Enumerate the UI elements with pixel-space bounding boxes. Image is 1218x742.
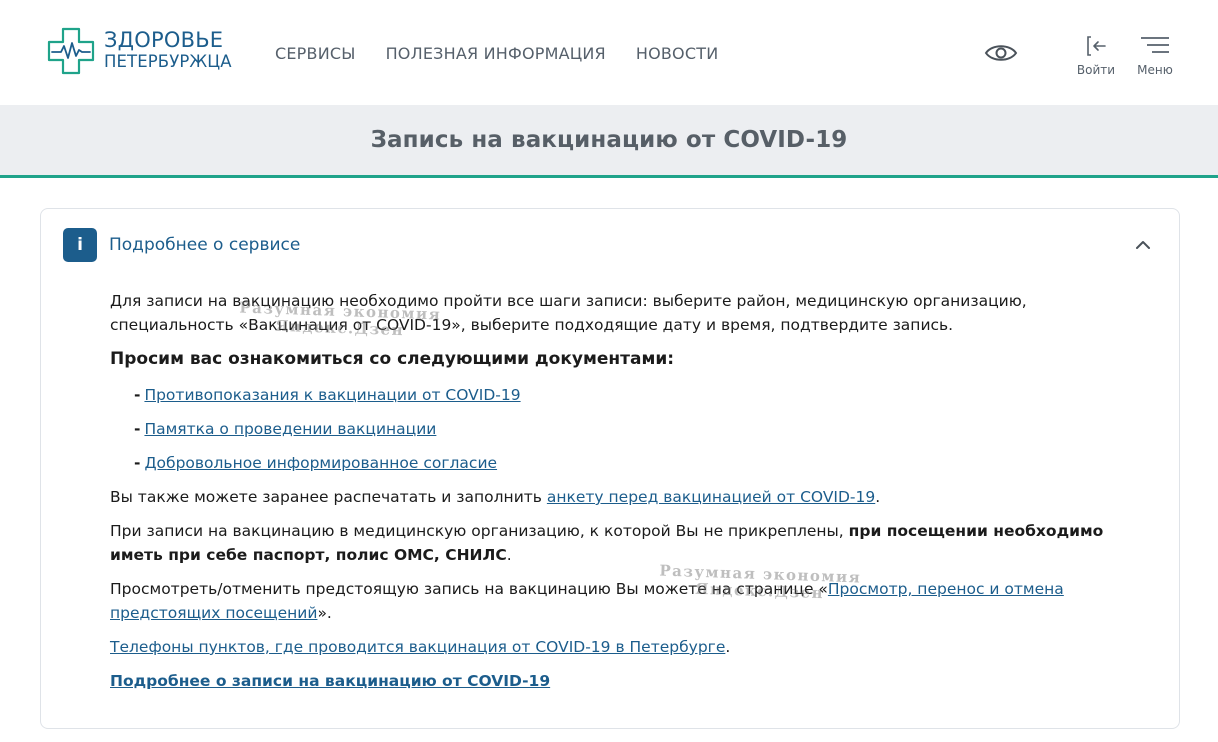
intro-text: Для записи на вакцинацию необходимо прой… bbox=[110, 292, 1027, 334]
list-dash: - bbox=[134, 454, 141, 472]
chevron-up-icon bbox=[1136, 241, 1150, 249]
medical-cross-logo-icon bbox=[47, 27, 95, 75]
login-button[interactable]: Войти bbox=[1072, 34, 1120, 77]
visit-suffix: . bbox=[506, 546, 512, 564]
title-accent-line bbox=[0, 175, 1218, 178]
print-form-suffix: . bbox=[875, 488, 881, 506]
phones-suffix: . bbox=[725, 638, 731, 656]
list-item: - Памятка о проведении вакцинации bbox=[134, 417, 1140, 441]
logo-line-2: ПЕТЕРБУРЖЦА bbox=[104, 52, 232, 71]
more-about-vaccination-link[interactable]: Подробнее о записи на вакцинацию от COVI… bbox=[110, 672, 550, 690]
list-dash: - bbox=[134, 386, 141, 404]
vaccination-memo-link[interactable]: Памятка о проведении вакцинации bbox=[144, 420, 436, 438]
view-suffix: ». bbox=[317, 604, 332, 622]
panel-title[interactable]: Подробнее о сервисе bbox=[109, 235, 300, 255]
questionnaire-link[interactable]: анкету перед вакцинацией от COVID-19 bbox=[547, 488, 875, 506]
nav-item-news[interactable]: НОВОСТИ bbox=[636, 44, 719, 64]
service-info-panel: i Подробнее о сервисе Для записи на вакц… bbox=[40, 208, 1180, 729]
logo-text: ЗДОРОВЬЕ ПЕТЕРБУРЖЦА bbox=[104, 30, 232, 72]
info-icon: i bbox=[63, 228, 97, 262]
phones-text: Телефоны пунктов, где проводится вакцина… bbox=[110, 635, 1140, 659]
eye-icon bbox=[984, 45, 1018, 61]
documents-required-text: При записи на вакцинацию в медицинскую о… bbox=[110, 519, 1140, 567]
site-logo[interactable]: ЗДОРОВЬЕ ПЕТЕРБУРЖЦА bbox=[46, 27, 232, 75]
documents-heading: Просим вас ознакомиться со следующими до… bbox=[110, 349, 675, 369]
login-icon bbox=[1087, 36, 1106, 56]
view-prefix: Просмотреть/отменить предстоящую запись … bbox=[110, 580, 828, 598]
manage-appointments-text: Просмотреть/отменить предстоящую запись … bbox=[110, 577, 1140, 625]
nav-item-useful-info[interactable]: ПОЛЕЗНАЯ ИНФОРМАЦИЯ bbox=[386, 44, 606, 64]
list-item: - Противопоказания к вакцинации от COVID-… bbox=[134, 383, 1140, 407]
collapse-panel-button[interactable] bbox=[1133, 237, 1153, 253]
nav-item-services[interactable]: СЕРВИСЫ bbox=[275, 44, 356, 64]
logo-line-1: ЗДОРОВЬЕ bbox=[104, 28, 224, 52]
informed-consent-link[interactable]: Добровольное информированное согласие bbox=[144, 454, 497, 472]
accessibility-toggle-button[interactable] bbox=[984, 40, 1018, 66]
documents-list: - Противопоказания к вакцинации от COVID-… bbox=[134, 383, 1140, 475]
print-form-text: Вы также можете заранее распечатать и за… bbox=[110, 485, 1140, 509]
menu-button[interactable]: Меню bbox=[1131, 34, 1179, 77]
menu-label: Меню bbox=[1137, 63, 1173, 77]
site-header: ЗДОРОВЬЕ ПЕТЕРБУРЖЦА СЕРВИСЫ ПОЛЕЗНАЯ ИН… bbox=[0, 0, 1218, 105]
visit-prefix: При записи на вакцинацию в медицинскую о… bbox=[110, 522, 849, 540]
hamburger-icon bbox=[1141, 37, 1169, 53]
login-label: Войти bbox=[1076, 63, 1116, 77]
main-nav: СЕРВИСЫ ПОЛЕЗНАЯ ИНФОРМАЦИЯ НОВОСТИ bbox=[275, 44, 748, 64]
vaccination-phones-link[interactable]: Телефоны пунктов, где проводится вакцина… bbox=[110, 638, 725, 656]
list-dash: - bbox=[134, 420, 141, 438]
panel-content: Для записи на вакцинацию необходимо прой… bbox=[110, 289, 1140, 693]
page-title-band: Запись на вакцинацию от COVID-19 bbox=[0, 105, 1218, 175]
more-info-text: Подробнее о записи на вакцинацию от COVI… bbox=[110, 669, 1140, 693]
contraindications-link[interactable]: Противопоказания к вакцинации от COVID-1… bbox=[144, 386, 520, 404]
print-form-prefix: Вы также можете заранее распечатать и за… bbox=[110, 488, 547, 506]
page-title: Запись на вакцинацию от COVID-19 bbox=[370, 127, 848, 153]
list-item: - Добровольное информированное согласие bbox=[134, 451, 1140, 475]
